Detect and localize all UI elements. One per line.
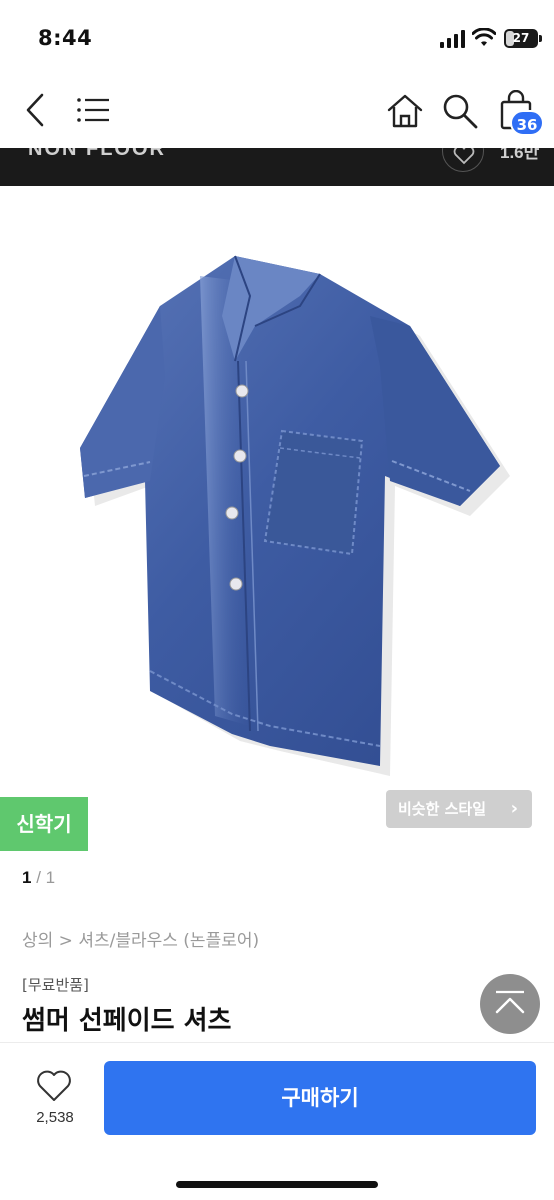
nav-bar: 36 <box>0 80 554 148</box>
similar-style-label: 비슷한 스타일 <box>398 800 487 818</box>
category-breadcrumb[interactable]: 상의 > 셔츠/블라우스 (논플로어) <box>22 926 259 951</box>
similar-style-button[interactable]: 비슷한 스타일 › <box>386 790 532 828</box>
shirt-illustration <box>80 255 500 766</box>
status-bar: 8:44 27 <box>0 0 554 80</box>
search-icon[interactable] <box>441 92 479 130</box>
menu-icon[interactable] <box>76 96 110 124</box>
brand-banner[interactable]: NON FLOOR 1.6만 <box>0 148 554 186</box>
like-count: 2,538 <box>36 1109 74 1126</box>
pager-current: 1 <box>22 868 32 887</box>
brand-like-count: 1.6만 <box>500 148 540 162</box>
heart-icon <box>453 148 475 165</box>
status-time: 8:44 <box>38 26 93 50</box>
scroll-to-top-button[interactable] <box>480 974 540 1034</box>
bottom-action-bar: 2,538 구매하기 <box>0 1042 554 1200</box>
image-pager: 1 / 1 <box>22 868 55 888</box>
chevron-right-icon: › <box>510 798 518 819</box>
arrow-up-icon <box>495 990 525 1014</box>
battery-cap <box>539 35 542 42</box>
heart-icon <box>37 1070 71 1101</box>
battery-icon: 27 <box>504 29 542 48</box>
free-return-tag: [무료반품] <box>22 976 89 994</box>
brand-name: NON FLOOR <box>28 148 166 160</box>
home-icon[interactable] <box>386 92 424 130</box>
home-indicator <box>176 1181 378 1188</box>
product-title: 썸머 선페이드 셔츠 <box>22 1006 232 1036</box>
new-semester-tag: 신학기 <box>0 797 88 851</box>
cellular-signal-icon <box>440 30 465 48</box>
like-button[interactable]: 2,538 <box>22 1069 88 1133</box>
product-image[interactable] <box>0 186 554 806</box>
pager-total: 1 <box>45 868 56 887</box>
brand-like-button[interactable] <box>442 148 484 172</box>
cart-count-badge: 36 <box>510 110 544 136</box>
battery-percent: 27 <box>512 31 530 45</box>
pager-separator: / <box>36 868 41 887</box>
wifi-icon <box>472 28 496 46</box>
buy-button[interactable]: 구매하기 <box>104 1061 536 1135</box>
back-icon[interactable] <box>22 92 50 128</box>
